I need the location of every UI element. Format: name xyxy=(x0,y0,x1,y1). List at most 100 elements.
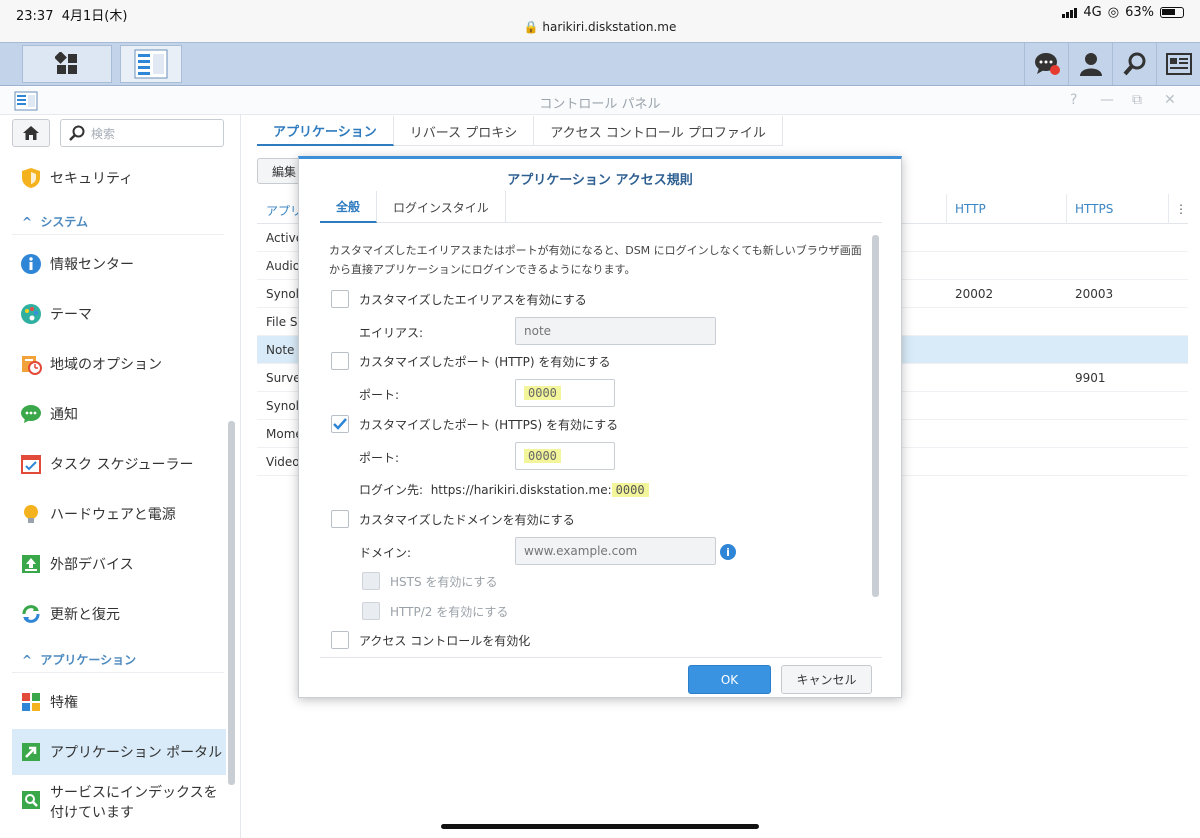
sidebar-section-application[interactable]: ^ アプリケーション xyxy=(22,651,136,668)
row-name: Note xyxy=(266,343,295,357)
sidebar-item-indexing-service[interactable]: サービスにインデックスを 付けています xyxy=(12,779,226,831)
access-control-checkbox[interactable] xyxy=(331,631,349,649)
access-control-checkbox-row[interactable]: アクセス コントロールを有効化 xyxy=(331,631,530,649)
home-icon xyxy=(23,126,39,140)
domain-checkbox[interactable] xyxy=(331,510,349,528)
login-url: https://harikiri.diskstation.me: xyxy=(430,483,612,497)
sidebar-item-notification[interactable]: 通知 xyxy=(12,391,226,437)
ok-button[interactable]: OK xyxy=(688,665,771,694)
divider xyxy=(12,234,224,235)
column-separator xyxy=(946,194,947,224)
sidebar-item-theme[interactable]: テーマ xyxy=(12,291,226,337)
window-titlebar[interactable]: コントロール パネル ? — ⧉ ✕ xyxy=(0,87,1200,115)
tab-reverse-proxy[interactable]: リバース プロキシ xyxy=(394,116,535,146)
shield-icon xyxy=(20,167,42,189)
https-port-checkbox-row[interactable]: カスタマイズしたポート (HTTPS) を有効にする xyxy=(331,415,618,433)
widgets-icon xyxy=(1165,53,1192,75)
sidebar-item-label: テーマ xyxy=(50,307,92,323)
dialog-scrollbar[interactable] xyxy=(872,235,879,597)
divider xyxy=(320,657,882,658)
portal-icon xyxy=(20,741,42,763)
sidebar-item-privileges[interactable]: 特権 xyxy=(12,679,226,725)
tab-access-control-profile[interactable]: アクセス コントロール プロファイル xyxy=(534,116,783,146)
hsts-checkbox[interactable] xyxy=(362,572,380,590)
sidebar-item-regional-options[interactable]: 地域のオプション xyxy=(12,341,226,387)
lock-icon: 🔒 xyxy=(523,20,539,34)
http-port-checkbox-row[interactable]: カスタマイズしたポート (HTTP) を有効にする xyxy=(331,352,610,370)
http2-checkbox-row[interactable]: HTTP/2 を有効にする xyxy=(362,602,508,620)
row-name: Synol xyxy=(266,287,299,301)
status-bar: 23:37 4月1日(木) 🔒 harikiri.diskstation.me … xyxy=(0,0,1200,42)
divider xyxy=(12,672,224,673)
sidebar-item-info-center[interactable]: 情報センター xyxy=(12,241,226,287)
sidebar-item-label: 情報センター xyxy=(50,257,134,273)
sidebar-item-label: 更新と復元 xyxy=(50,607,120,623)
column-http-header[interactable]: HTTP xyxy=(955,202,986,216)
sidebar-item-update-restore[interactable]: 更新と復元 xyxy=(12,591,226,637)
dsm-taskbar xyxy=(0,42,1200,86)
tab-general[interactable]: 全般 xyxy=(320,191,378,223)
sidebar-item-security[interactable]: セキュリティ xyxy=(12,155,226,201)
bulb-icon xyxy=(20,503,42,525)
alias-checkbox-row[interactable]: カスタマイズしたエイリアスを有効にする xyxy=(331,290,587,308)
tab-login-style[interactable]: ログインスタイル xyxy=(377,191,506,223)
domain-checkbox-row[interactable]: カスタマイズしたドメインを有効にする xyxy=(331,510,575,528)
https-port-checkbox-label: カスタマイズしたポート (HTTPS) を有効にする xyxy=(359,417,619,432)
alias-input[interactable] xyxy=(515,317,716,345)
search-button[interactable] xyxy=(1112,43,1156,85)
calendar-icon xyxy=(20,453,42,475)
orientation-lock-icon: ◎ xyxy=(1107,5,1120,20)
home-button[interactable] xyxy=(12,119,50,147)
notification-button[interactable] xyxy=(1024,43,1068,85)
tab-application[interactable]: アプリケーション xyxy=(257,116,394,146)
sidebar-item-task-scheduler[interactable]: タスク スケジューラー xyxy=(12,441,226,487)
info-icon[interactable]: i xyxy=(720,544,736,560)
home-indicator[interactable] xyxy=(441,824,759,829)
hsts-checkbox-row[interactable]: HSTS を有効にする xyxy=(362,572,498,590)
http-port-value: 0000 xyxy=(524,386,561,400)
url-text: harikiri.diskstation.me xyxy=(542,20,677,34)
sidebar-item-label: 地域のオプション xyxy=(50,357,162,373)
sidebar-item-hardware-power[interactable]: ハードウェアと電源 xyxy=(12,491,226,537)
main-tabs: アプリケーション リバース プロキシ アクセス コントロール プロファイル xyxy=(257,116,783,146)
sidebar-item-application-portal[interactable]: アプリケーション ポータル xyxy=(12,729,226,775)
palette-icon xyxy=(20,303,42,325)
sidebar-scrollbar[interactable] xyxy=(228,421,235,785)
close-button[interactable]: ✕ xyxy=(1164,92,1176,108)
column-https-header[interactable]: HTTPS xyxy=(1075,202,1113,216)
http-port-input[interactable]: 0000 xyxy=(515,379,615,407)
widgets-button[interactable] xyxy=(1156,43,1200,85)
http2-checkbox[interactable] xyxy=(362,602,380,620)
sidebar-item-label: 特権 xyxy=(50,695,78,711)
column-menu-icon[interactable]: ⋮ xyxy=(1175,202,1187,216)
battery-percent: 63% xyxy=(1125,5,1154,20)
control-panel-task-button[interactable] xyxy=(120,45,182,83)
dialog-title: アプリケーション アクセス規則 xyxy=(507,173,693,188)
help-button[interactable]: ? xyxy=(1070,92,1077,108)
minimize-button[interactable]: — xyxy=(1100,92,1114,108)
control-panel-icon xyxy=(134,49,168,79)
sidebar-item-label: ハードウェアと電源 xyxy=(50,507,176,523)
https-port-input[interactable]: 0000 xyxy=(515,442,615,470)
sidebar-item-label: アプリケーション ポータル xyxy=(50,745,223,761)
index-icon xyxy=(20,789,42,811)
sidebar-section-system[interactable]: ^ システム xyxy=(22,213,88,230)
address-bar[interactable]: 🔒 harikiri.diskstation.me xyxy=(0,20,1200,34)
http-port-label: ポート: xyxy=(359,388,400,402)
sidebar-item-label: セキュリティ xyxy=(50,171,134,187)
alias-checkbox[interactable] xyxy=(331,290,349,308)
https-port-checkbox[interactable] xyxy=(331,415,349,433)
http-port-checkbox[interactable] xyxy=(331,352,349,370)
https-port-value: 0000 xyxy=(524,449,561,463)
row-name: Video xyxy=(266,455,300,469)
search-placeholder: 検索 xyxy=(91,126,116,141)
sidebar-item-external-devices[interactable]: 外部デバイス xyxy=(12,541,226,587)
main-menu-button[interactable] xyxy=(22,45,112,83)
restore-button[interactable]: ⧉ xyxy=(1132,92,1142,108)
domain-input[interactable] xyxy=(515,537,716,565)
status-indicators: 4G ◎ 63% xyxy=(1062,5,1184,20)
column-name-header[interactable]: アプリ xyxy=(266,202,302,219)
sidebar-search[interactable]: 検索 xyxy=(60,119,224,147)
cancel-button[interactable]: キャンセル xyxy=(781,665,872,694)
user-button[interactable] xyxy=(1068,43,1112,85)
